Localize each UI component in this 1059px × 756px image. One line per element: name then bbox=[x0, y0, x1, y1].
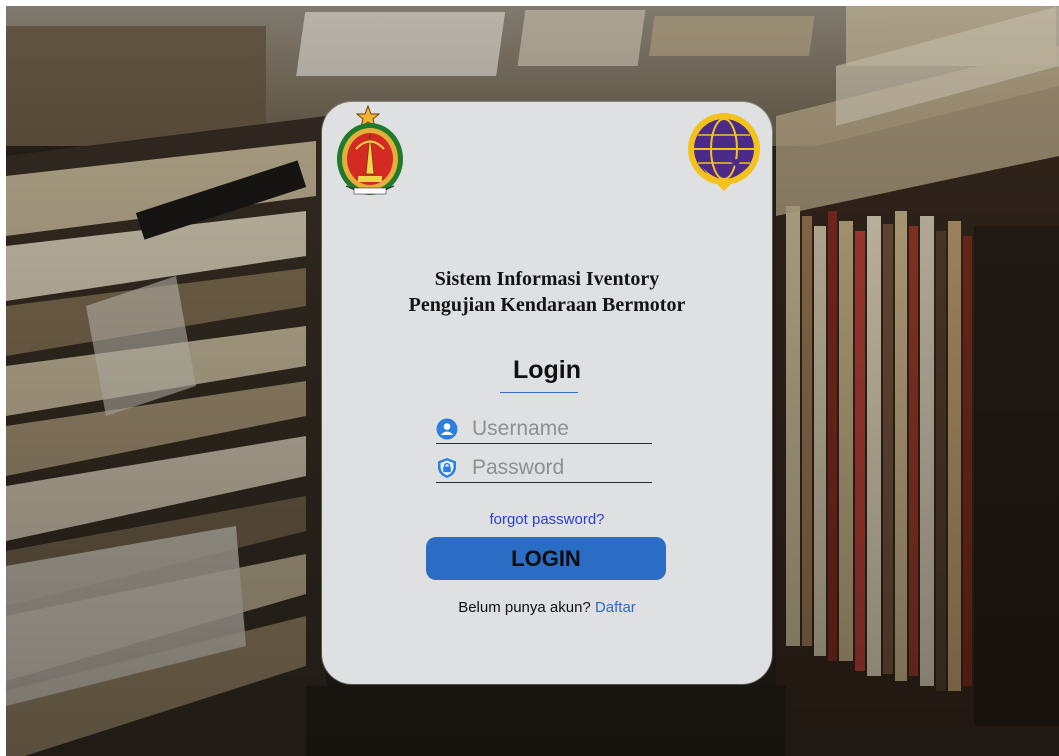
username-input[interactable] bbox=[472, 415, 650, 443]
login-heading: Login bbox=[512, 356, 582, 384]
login-card: Sistem Informasi Iventory Pengujian Kend… bbox=[322, 102, 772, 684]
system-title: Sistem Informasi Iventory Pengujian Kend… bbox=[322, 266, 772, 318]
login-button[interactable]: LOGIN bbox=[426, 537, 666, 580]
password-field[interactable] bbox=[436, 454, 652, 483]
login-heading-underline bbox=[500, 392, 578, 393]
shield-lock-icon bbox=[438, 458, 456, 478]
register-prompt-text: Belum punya akun? bbox=[458, 599, 591, 616]
regional-emblem-logo bbox=[337, 104, 403, 195]
ministry-of-transportation-logo bbox=[688, 113, 760, 191]
register-prompt: Belum punya akun? Daftar bbox=[322, 599, 772, 616]
system-title-line-1: Sistem Informasi Iventory bbox=[434, 268, 660, 290]
forgot-password-link[interactable]: forgot password? bbox=[322, 511, 772, 528]
password-input[interactable] bbox=[472, 454, 650, 482]
system-title-line-2: Pengujian Kendaraan Bermotor bbox=[408, 294, 686, 316]
register-link[interactable]: Daftar bbox=[595, 599, 636, 616]
user-icon bbox=[436, 418, 458, 440]
username-field[interactable] bbox=[436, 415, 652, 444]
page: Sistem Informasi Iventory Pengujian Kend… bbox=[0, 0, 1059, 756]
